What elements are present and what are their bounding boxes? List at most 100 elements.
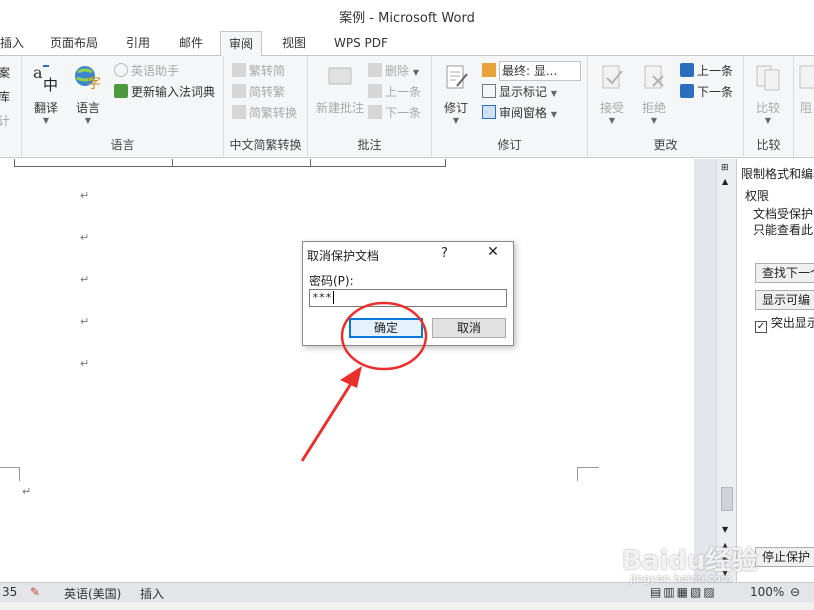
trad-to-simp-icon bbox=[232, 63, 246, 77]
english-assistant-button[interactable]: 英语助手 bbox=[114, 62, 179, 80]
page-corner-mark bbox=[0, 467, 20, 481]
delete-comment-button[interactable]: 删除 ▼ bbox=[368, 62, 419, 80]
show-markup-icon bbox=[482, 84, 496, 98]
close-icon[interactable]: ✕ bbox=[484, 244, 502, 260]
prev-change-label: 上一条 bbox=[697, 64, 734, 78]
svg-text:中: 中 bbox=[43, 76, 58, 92]
translate-button[interactable]: a 中 翻译 ▼ bbox=[26, 62, 66, 125]
group-label-comments: 批注 bbox=[357, 138, 382, 152]
svg-text:字: 字 bbox=[87, 76, 101, 92]
unprotect-document-dialog: 取消保护文档 ? ✕ 密码(P): *** 确定 取消 bbox=[302, 241, 514, 346]
review-pane-icon bbox=[482, 105, 496, 119]
find-next-region-button[interactable]: 查找下一个 bbox=[755, 263, 814, 283]
group-language: a 中 翻译 ▼ 字 语言 ▼ 英语助手 更新输入法词典 语言 bbox=[22, 56, 224, 156]
proofing-icon[interactable]: ✎ bbox=[30, 585, 40, 599]
next-change-button[interactable]: 下一条 bbox=[680, 83, 733, 101]
ok-button[interactable]: 确定 bbox=[349, 318, 423, 338]
tab-mailings[interactable]: 邮件 bbox=[171, 34, 211, 56]
password-input[interactable]: *** bbox=[309, 289, 507, 307]
language-button[interactable]: 字 语言 ▼ bbox=[68, 62, 108, 125]
reject-button[interactable]: 拒绝 ▼ bbox=[634, 62, 674, 125]
next-comment-label: 下一条 bbox=[385, 106, 422, 120]
scroll-down-icon[interactable]: ▼ bbox=[722, 525, 728, 534]
insert-mode[interactable]: 插入 bbox=[140, 585, 164, 602]
paragraph-mark-icon: ↵ bbox=[22, 485, 32, 498]
review-pane-button[interactable]: 审阅窗格 ▼ bbox=[482, 104, 557, 122]
cancel-button[interactable]: 取消 bbox=[432, 318, 506, 338]
chevron-down-icon: ▼ bbox=[608, 116, 616, 125]
cut-item-3[interactable]: 计 bbox=[0, 112, 10, 130]
prev-comment-label: 上一条 bbox=[385, 85, 422, 99]
compare-button[interactable]: 比较 ▼ bbox=[750, 62, 786, 125]
prev-comment-button[interactable]: 上一条 bbox=[368, 83, 421, 101]
paragraph-mark-icon: ↵ bbox=[80, 189, 90, 202]
tab-page-layout[interactable]: 页面布局 bbox=[42, 34, 106, 56]
next-comment-icon bbox=[368, 105, 382, 119]
window-title: 案例 - Microsoft Word bbox=[339, 11, 475, 26]
stop-protection-button[interactable]: 停止保护 bbox=[755, 547, 814, 567]
protect-button[interactable]: 阻 bbox=[796, 62, 814, 116]
text-cursor bbox=[332, 291, 334, 304]
group-label-changes: 更改 bbox=[653, 138, 678, 152]
dialog-title: 取消保护文档 bbox=[307, 249, 380, 263]
compare-icon bbox=[756, 65, 780, 91]
simp-to-trad-button[interactable]: 简转繁 bbox=[232, 83, 285, 101]
paragraph-mark-icon: ↵ bbox=[80, 315, 90, 328]
group-comments: 新建批注 删除 ▼ 上一条 下一条 批注 bbox=[308, 56, 432, 156]
tab-review[interactable]: 审阅 bbox=[220, 31, 263, 57]
prev-change-icon bbox=[680, 63, 694, 77]
chevron-down-icon: ▼ bbox=[84, 116, 92, 125]
protect-label: 阻 bbox=[799, 101, 812, 115]
prev-comment-icon bbox=[368, 84, 382, 98]
page-corner-mark bbox=[577, 467, 599, 481]
next-comment-button[interactable]: 下一条 bbox=[368, 104, 421, 122]
accept-icon bbox=[602, 65, 623, 89]
accept-button[interactable]: 接受 ▼ bbox=[592, 62, 632, 125]
cut-item-1[interactable]: 案 bbox=[0, 64, 10, 82]
show-editable-button[interactable]: 显示可编 bbox=[755, 290, 814, 310]
tab-references[interactable]: 引用 bbox=[118, 34, 158, 56]
vertical-scrollbar[interactable]: ⊞ ▲ ▼ ▲ ● ▼ bbox=[716, 159, 736, 582]
cut-item-2[interactable]: 库 bbox=[0, 88, 10, 106]
language-status[interactable]: 英语(美国) bbox=[64, 585, 121, 602]
status-bar: 35 ✎ 英语(美国) 插入 ▤▥▦▧▨ 100% ⊖ bbox=[0, 582, 814, 602]
zoom-level[interactable]: 100% bbox=[750, 585, 784, 599]
group-label-tracking: 修订 bbox=[497, 138, 522, 152]
zoom-out-icon[interactable]: ⊖ bbox=[790, 585, 800, 599]
tab-insert[interactable]: 插入 bbox=[0, 34, 32, 56]
view-buttons-icon[interactable]: ▤▥▦▧▨ bbox=[650, 585, 717, 599]
globe-language-icon: 字 bbox=[75, 66, 101, 92]
highlight-checkbox[interactable]: ✓ 突出显示 bbox=[755, 314, 814, 333]
page-count[interactable]: 35 bbox=[2, 585, 17, 599]
tab-wps-pdf[interactable]: WPS PDF bbox=[326, 34, 396, 56]
trad-to-simp-button[interactable]: 繁转简 bbox=[232, 62, 285, 80]
paragraph-mark-icon: ↵ bbox=[80, 357, 90, 370]
update-ime-label: 更新输入法词典 bbox=[131, 85, 216, 99]
show-markup-label: 显示标记 bbox=[499, 85, 548, 99]
paragraph-mark-icon: ↵ bbox=[80, 273, 90, 286]
group-changes: 接受 ▼ 拒绝 ▼ 上一条 下一条 更改 bbox=[588, 56, 744, 156]
language-label: 语言 bbox=[75, 101, 100, 115]
group-label-language: 语言 bbox=[110, 138, 135, 152]
table-divider bbox=[172, 159, 173, 167]
convert-button[interactable]: 简繁转换 bbox=[232, 104, 297, 122]
update-ime-button[interactable]: 更新输入法词典 bbox=[114, 83, 215, 101]
track-changes-icon bbox=[446, 65, 468, 89]
protect-icon bbox=[799, 65, 814, 89]
prev-change-button[interactable]: 上一条 bbox=[680, 62, 733, 80]
window-bottom-edge bbox=[0, 602, 814, 610]
new-comment-button[interactable]: 新建批注 bbox=[312, 62, 368, 116]
tab-view[interactable]: 视图 bbox=[274, 34, 314, 56]
ruler-toggle-icon[interactable]: ⊞ bbox=[721, 163, 729, 173]
show-markup-button[interactable]: 显示标记 ▼ bbox=[482, 83, 557, 101]
display-for-review-dropdown[interactable]: 最终: 显... bbox=[482, 61, 581, 81]
scroll-thumb[interactable] bbox=[721, 487, 733, 511]
track-changes-button[interactable]: 修订 ▼ bbox=[436, 62, 476, 125]
update-dictionary-icon bbox=[114, 84, 128, 98]
accept-label: 接受 bbox=[599, 101, 624, 115]
scroll-up-icon[interactable]: ▲ bbox=[722, 177, 728, 186]
help-icon[interactable]: ? bbox=[441, 246, 448, 261]
simp-to-trad-label: 简转繁 bbox=[249, 85, 286, 99]
document-page[interactable]: ↵ ↵ ↵ ↵ ↵ ↵ bbox=[0, 159, 694, 582]
group-compare: 比较 ▼ 比较 bbox=[744, 56, 794, 156]
